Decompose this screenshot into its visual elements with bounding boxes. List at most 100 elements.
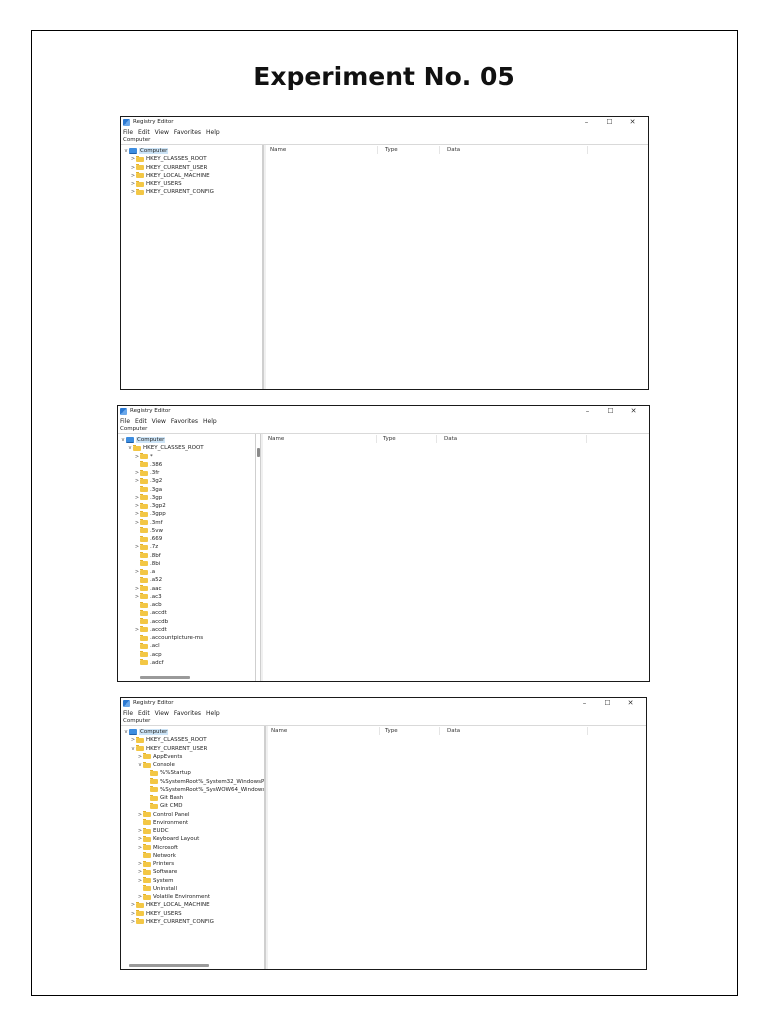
column-divider[interactable] [377,146,378,154]
menu-edit[interactable]: Edit [138,129,150,136]
tree-node[interactable]: > HKEY_CURRENT_USER [130,164,207,172]
tree-node[interactable]: > Keyboard Layout [137,835,199,843]
tree-node[interactable]: .accdb [134,618,168,626]
menu-view[interactable]: View [155,129,169,136]
tree-node[interactable]: .8bi [134,560,160,568]
address-bar[interactable]: Computer [121,717,646,726]
maximize-button[interactable]: ☐ [596,699,619,708]
tree-node[interactable]: Uninstall [137,885,177,893]
tree-node[interactable]: v Computer [123,147,169,155]
tree-node[interactable]: .a52 [134,576,162,584]
pane-splitter[interactable] [265,726,268,969]
maximize-button[interactable]: ☐ [598,118,621,127]
tree-node[interactable]: > .3gp [134,494,162,502]
pane-splitter[interactable] [260,434,263,681]
menu-favorites[interactable]: Favorites [174,710,201,717]
tree-node[interactable]: Environment [137,819,188,827]
address-bar[interactable]: Computer [118,425,649,434]
menu-edit[interactable]: Edit [138,710,150,717]
column-divider[interactable] [436,435,437,443]
minimize-button[interactable]: – [575,118,598,127]
tree-node[interactable]: > Printers [137,860,174,868]
tree-node[interactable]: > .3g2 [134,477,162,485]
tree-node[interactable]: .5vw [134,527,163,535]
tree-node[interactable]: .accdt [134,609,167,617]
column-type[interactable]: Type [383,436,396,442]
tree-node[interactable]: > .3mf [134,519,163,527]
tree-node[interactable]: v Computer [120,436,166,444]
tree-node[interactable]: Git CMD [144,802,183,810]
tree-node[interactable]: > EUDC [137,827,169,835]
tree-node[interactable]: .386 [134,461,162,469]
menu-file[interactable]: File [123,129,133,136]
tree-node[interactable]: Git Bash [144,794,183,802]
tree-node[interactable]: .accountpicture-ms [134,634,203,642]
minimize-button[interactable]: – [573,699,596,708]
tree-node[interactable]: > HKEY_CLASSES_ROOT [130,155,207,163]
menu-favorites[interactable]: Favorites [174,129,201,136]
menu-help[interactable]: Help [206,710,220,717]
tree-node[interactable]: > AppEvents [137,753,182,761]
title-bar[interactable]: Registry Editor – ☐ ✕ [121,117,648,128]
tree-node[interactable]: .acb [134,601,162,609]
address-bar[interactable]: Computer [121,136,648,145]
tree-node[interactable]: > HKEY_LOCAL_MACHINE [130,172,210,180]
tree-node[interactable]: > HKEY_CURRENT_CONFIG [130,918,214,926]
tree-node[interactable]: > .3fr [134,469,159,477]
column-data[interactable]: Data [447,728,460,734]
tree-node[interactable]: > .a [134,568,155,576]
column-name[interactable]: Name [270,147,286,153]
tree-node[interactable]: v Computer [123,728,169,736]
column-divider[interactable] [586,435,587,443]
menu-edit[interactable]: Edit [135,418,147,425]
tree-node[interactable]: > .7z [134,543,158,551]
tree-node[interactable]: > .accdt [134,626,167,634]
menu-view[interactable]: View [152,418,166,425]
column-divider[interactable] [439,727,440,735]
tree-node[interactable]: > HKEY_USERS [130,180,182,188]
column-divider[interactable] [379,727,380,735]
tree-node[interactable]: .3ga [134,486,162,494]
minimize-button[interactable]: – [576,407,599,416]
column-name[interactable]: Name [268,436,284,442]
tree-node[interactable]: > .aac [134,585,162,593]
tree-node[interactable]: > .3gpp [134,510,166,518]
column-data[interactable]: Data [444,436,457,442]
tree-node[interactable]: > HKEY_USERS [130,910,182,918]
menu-help[interactable]: Help [203,418,217,425]
tree-node[interactable]: > * [134,453,153,461]
tree-node[interactable]: > Volatile Environment [137,893,210,901]
tree-node[interactable]: .acp [134,651,162,659]
tree-horizontal-scrollbar[interactable] [140,676,190,679]
tree-node[interactable]: %%Startup [144,769,191,777]
close-button[interactable]: ✕ [619,699,642,708]
tree-node[interactable]: > System [137,877,174,885]
tree-node[interactable]: %SystemRoot%_SysWOW64_Windows [144,786,264,794]
close-button[interactable]: ✕ [622,407,645,416]
menu-favorites[interactable]: Favorites [171,418,198,425]
title-bar[interactable]: Registry Editor – ☐ ✕ [118,406,649,417]
tree-node[interactable]: > .3gp2 [134,502,166,510]
tree-node[interactable]: v Console [137,761,175,769]
column-divider[interactable] [376,435,377,443]
column-data[interactable]: Data [447,147,460,153]
tree-node[interactable]: > Microsoft [137,844,178,852]
close-button[interactable]: ✕ [621,118,644,127]
tree-node[interactable]: > HKEY_LOCAL_MACHINE [130,901,210,909]
maximize-button[interactable]: ☐ [599,407,622,416]
tree-node[interactable]: .669 [134,535,162,543]
pane-splitter[interactable] [263,145,266,389]
menu-file[interactable]: File [120,418,130,425]
column-type[interactable]: Type [385,147,398,153]
tree-node[interactable]: v HKEY_CURRENT_USER [130,745,207,753]
tree-node[interactable]: .adcf [134,659,164,667]
tree-node[interactable]: %SystemRoot%_System32_WindowsP [144,778,264,786]
tree-horizontal-scrollbar[interactable] [129,964,209,967]
column-type[interactable]: Type [385,728,398,734]
column-divider[interactable] [439,146,440,154]
menu-help[interactable]: Help [206,129,220,136]
column-divider[interactable] [587,727,588,735]
tree-node[interactable]: .8bf [134,552,161,560]
tree-node[interactable]: > Control Panel [137,811,189,819]
title-bar[interactable]: Registry Editor – ☐ ✕ [121,698,646,709]
